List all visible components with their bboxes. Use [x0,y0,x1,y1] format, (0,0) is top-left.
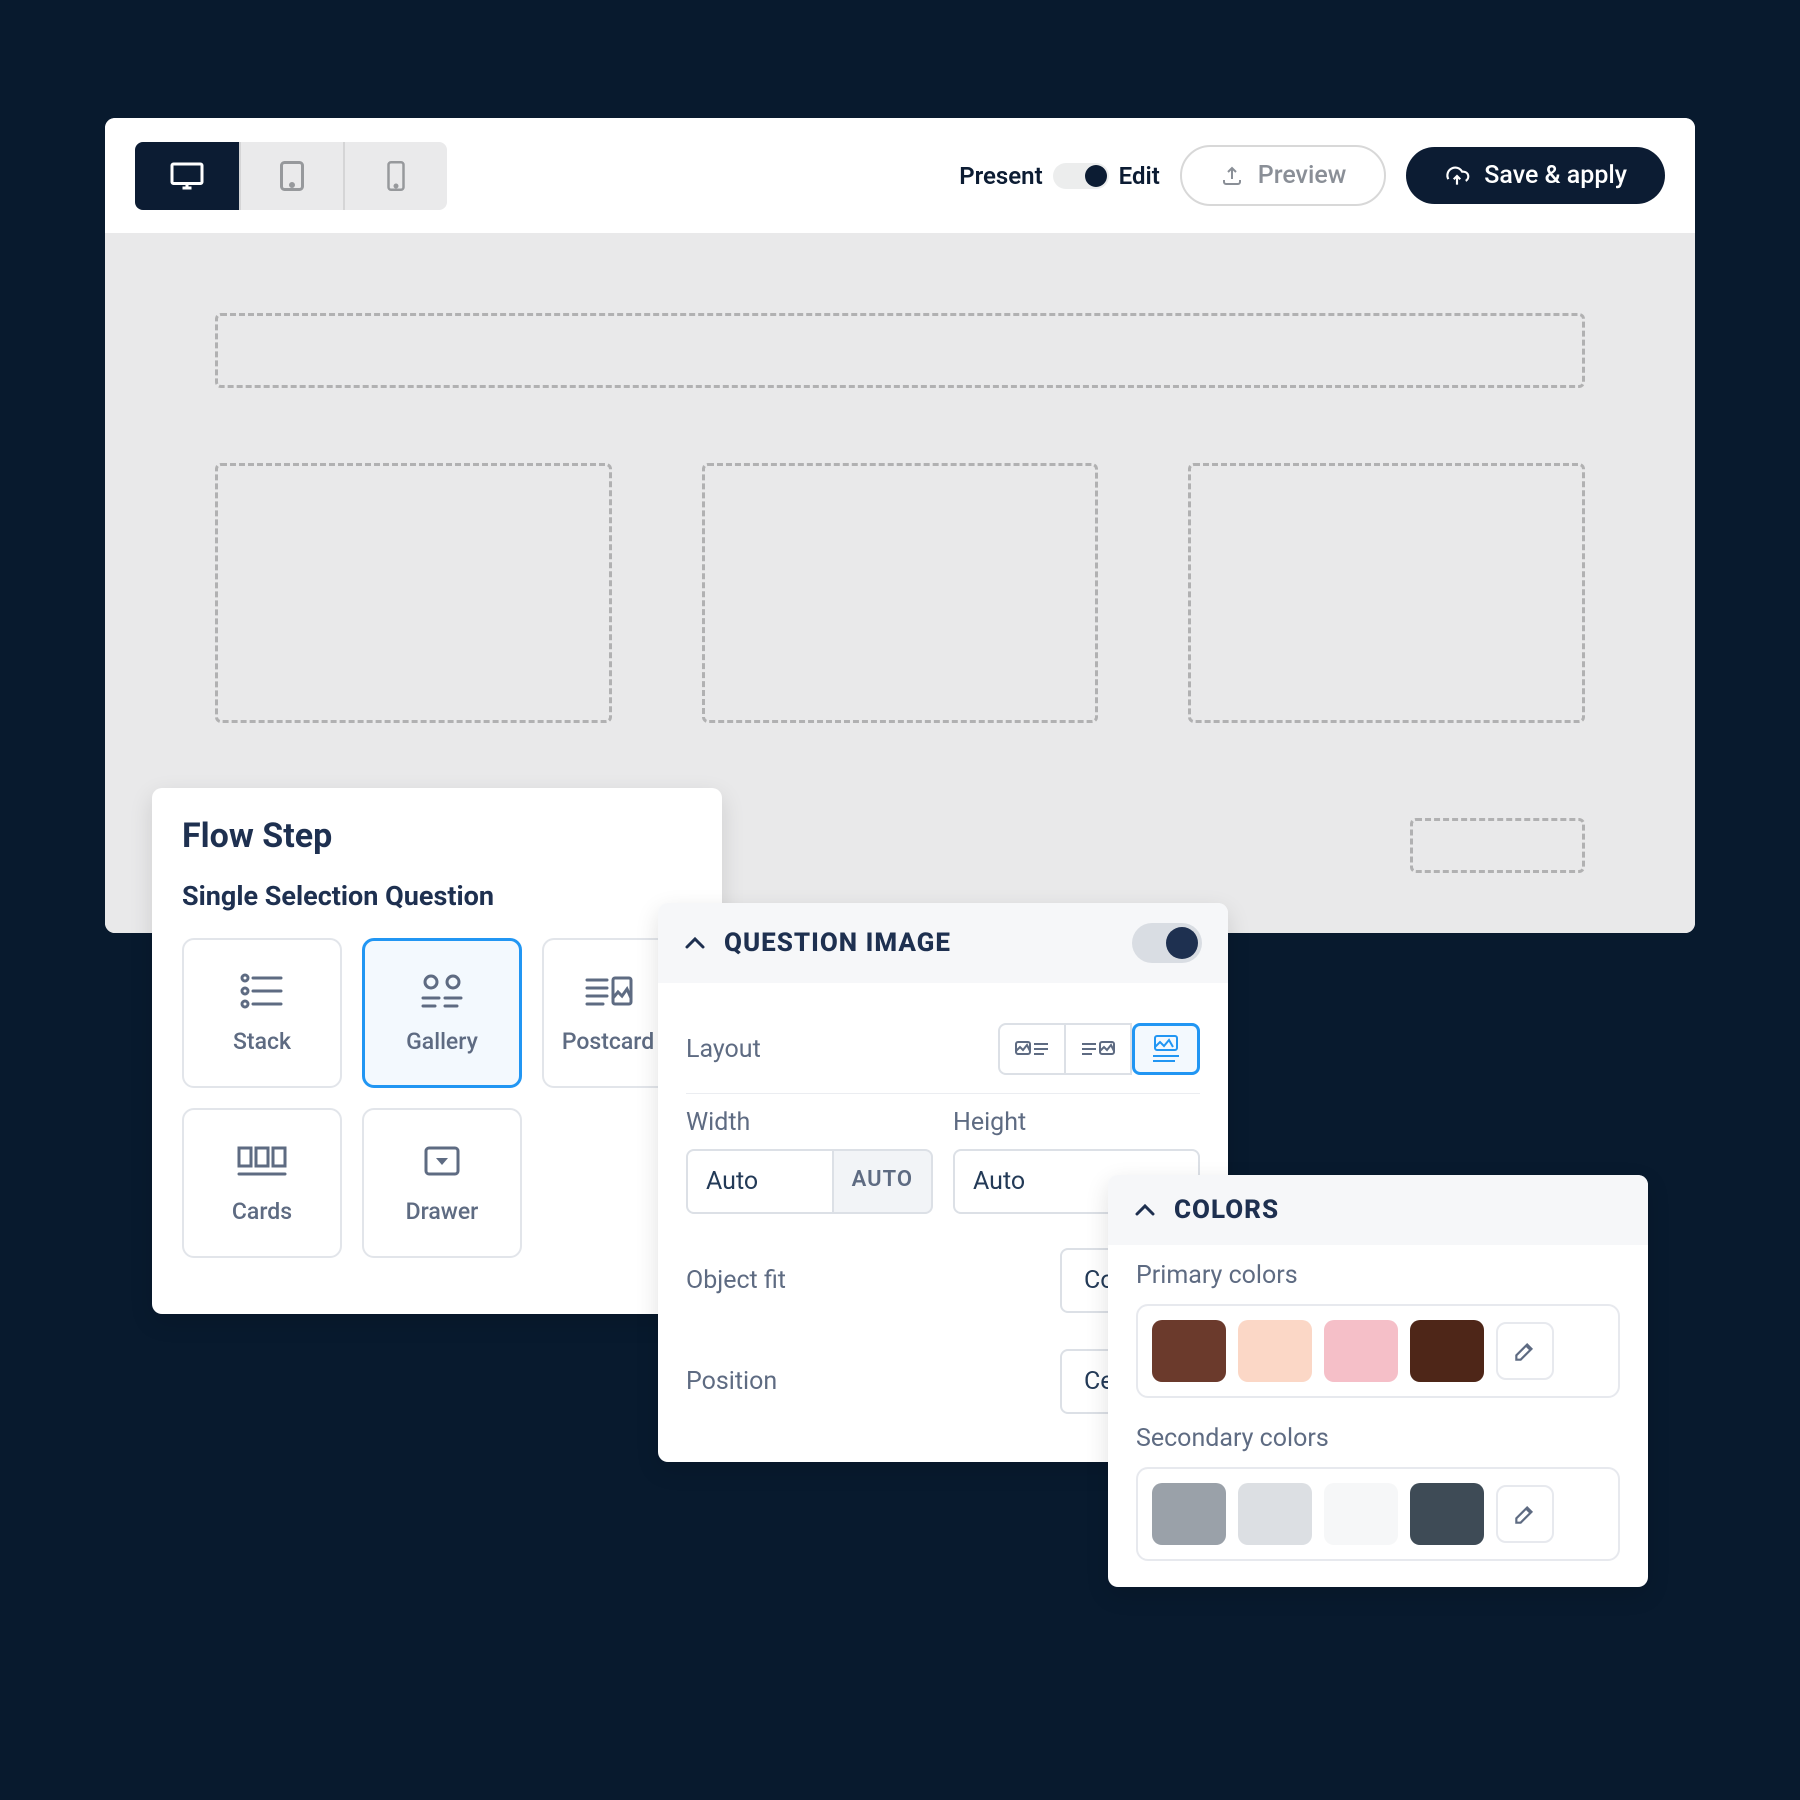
postcard-icon [583,972,633,1010]
image-top-icon [1149,1034,1183,1064]
toggle-label-edit: Edit [1119,162,1160,190]
tile-gallery[interactable]: Gallery [362,938,522,1088]
tile-label: Postcard [562,1028,654,1055]
tile-postcard[interactable]: Postcard [542,938,672,1088]
layout-opt-right[interactable] [1066,1023,1132,1075]
width-label: Width [686,1108,750,1137]
dropzone-col-1[interactable] [215,463,612,723]
edit-icon [1512,1338,1538,1364]
swatch-primary-4[interactable] [1410,1320,1484,1382]
dropzone-col-3[interactable] [1188,463,1585,723]
swatch-secondary-1[interactable] [1152,1483,1226,1545]
stack-icon [237,972,287,1010]
object-fit-label: Object fit [686,1266,786,1295]
dropzone-footer-button[interactable] [1410,818,1585,873]
preview-button[interactable]: Preview [1180,145,1387,206]
secondary-swatches [1136,1467,1620,1561]
primary-swatches [1136,1304,1620,1398]
upload-icon [1220,164,1244,188]
tile-stack[interactable]: Stack [182,938,342,1088]
tile-label: Gallery [406,1028,478,1055]
top-toolbar: Present Edit Preview Save & apply [105,118,1695,233]
device-desktop-button[interactable] [135,142,239,210]
save-label: Save & apply [1484,161,1627,190]
layout-row: Layout [686,1005,1200,1094]
save-apply-button[interactable]: Save & apply [1406,147,1665,204]
width-unit[interactable]: AUTO [834,1149,933,1214]
width-value[interactable]: Auto [686,1149,834,1214]
chevron-up-icon [1134,1203,1156,1217]
cards-icon [235,1142,289,1180]
chevron-up-icon [684,936,706,950]
tile-label: Cards [232,1198,292,1225]
layout-label: Layout [686,1035,761,1064]
question-image-toggle[interactable] [1132,923,1202,963]
mode-toggle: Present Edit [959,162,1160,190]
flow-step-title: Flow Step [182,816,692,856]
colors-title: COLORS [1174,1195,1622,1225]
layout-tiles-row-2: Cards Drawer [182,1108,692,1258]
layout-opt-left[interactable] [998,1023,1066,1075]
layout-opt-top[interactable] [1132,1023,1200,1075]
edit-primary-colors-button[interactable] [1496,1322,1554,1380]
swatch-primary-3[interactable] [1324,1320,1398,1382]
swatch-primary-2[interactable] [1238,1320,1312,1382]
swatch-primary-1[interactable] [1152,1320,1226,1382]
primary-colors-section: Primary colors [1108,1245,1648,1408]
image-left-icon [1014,1036,1050,1062]
toolbar-right: Present Edit Preview Save & apply [959,145,1665,206]
cloud-upload-icon [1444,163,1470,189]
device-mobile-button[interactable] [343,142,447,210]
layout-tiles-row-1: Stack Gallery Postcard [182,938,692,1088]
dropzone-col-2[interactable] [702,463,1099,723]
gallery-icon [417,972,467,1010]
tile-label: Drawer [406,1198,479,1225]
secondary-colors-section: Secondary colors [1108,1408,1648,1587]
toggle-label-present: Present [959,162,1042,190]
position-label: Position [686,1367,777,1396]
dropzone-header[interactable] [215,313,1585,388]
desktop-icon [169,161,205,191]
width-col: Width Auto AUTO [686,1108,933,1214]
device-tablet-button[interactable] [239,142,343,210]
primary-label: Primary colors [1136,1261,1620,1290]
tile-drawer[interactable]: Drawer [362,1108,522,1258]
edit-secondary-colors-button[interactable] [1496,1485,1554,1543]
swatch-secondary-4[interactable] [1410,1483,1484,1545]
edit-icon [1512,1501,1538,1527]
preview-label: Preview [1258,161,1347,190]
flow-step-subtitle: Single Selection Question [182,880,692,912]
height-label: Height [953,1108,1026,1137]
swatch-secondary-2[interactable] [1238,1483,1312,1545]
toggle-knob [1085,165,1107,187]
question-image-header[interactable]: QUESTION IMAGE [658,903,1228,983]
swatch-secondary-3[interactable] [1324,1483,1398,1545]
tile-cards[interactable]: Cards [182,1108,342,1258]
toggle-knob [1166,927,1198,959]
dropzone-row [215,463,1585,723]
secondary-label: Secondary colors [1136,1424,1620,1453]
layout-segment-group [998,1023,1200,1075]
tablet-icon [274,161,310,191]
colors-header[interactable]: COLORS [1108,1175,1648,1245]
drawer-icon [420,1142,464,1180]
width-input-group: Auto AUTO [686,1149,933,1214]
image-right-icon [1080,1036,1116,1062]
question-image-title: QUESTION IMAGE [724,928,1114,958]
mobile-icon [384,161,408,191]
tile-label: Stack [233,1028,291,1055]
device-switcher [135,142,447,210]
mode-toggle-switch[interactable] [1053,163,1109,189]
flow-step-panel: Flow Step Single Selection Question Stac… [152,788,722,1314]
colors-panel: COLORS Primary colors Secondary colors [1108,1175,1648,1587]
